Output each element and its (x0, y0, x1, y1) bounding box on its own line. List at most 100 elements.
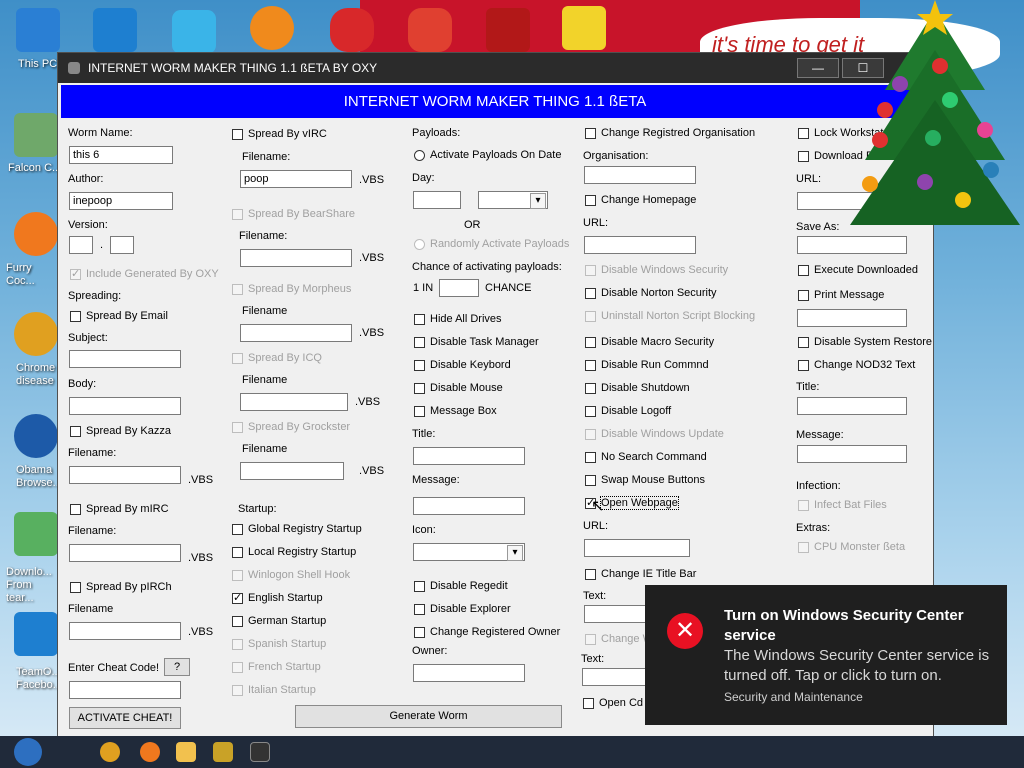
print-message-input[interactable] (797, 309, 907, 327)
grockster-filename-input[interactable] (240, 462, 344, 480)
cheat-code-input[interactable] (69, 681, 181, 699)
message-box-checkbox[interactable] (414, 406, 425, 417)
spread-bearshare-checkbox[interactable] (232, 209, 243, 220)
diamond-icon[interactable] (172, 10, 216, 54)
lock-workstation-checkbox[interactable] (798, 128, 809, 139)
open-cd-checkbox[interactable] (583, 698, 594, 709)
body-input[interactable] (69, 397, 181, 415)
security-toast-notification[interactable]: ✕ Turn on Windows Security Center servic… (645, 585, 1007, 725)
activate-cheat-button[interactable]: ACTIVATE CHEAT! (69, 707, 181, 729)
worm-name-input[interactable]: this 6 (69, 146, 173, 164)
no-search-command-checkbox[interactable] (585, 452, 596, 463)
disable-run-command-checkbox[interactable] (585, 360, 596, 371)
author-input[interactable]: inepoop (69, 192, 173, 210)
virc-filename-input[interactable]: poop (240, 170, 352, 188)
version-minor-input[interactable] (110, 236, 134, 254)
spread-mirc-checkbox[interactable] (70, 504, 81, 515)
spread-grockster-checkbox[interactable] (232, 422, 243, 433)
cpu-monster-checkbox[interactable] (798, 542, 809, 553)
firefox-taskbar-icon[interactable] (140, 742, 160, 762)
organisation-input[interactable] (584, 166, 696, 184)
santa-icon[interactable] (408, 8, 452, 52)
monitor-icon[interactable] (16, 8, 60, 52)
global-registry-startup-checkbox[interactable] (232, 524, 243, 535)
spread-kazza-checkbox[interactable] (70, 426, 81, 437)
disable-windows-update-checkbox[interactable] (585, 429, 596, 440)
obama-logo-icon[interactable] (14, 414, 58, 458)
spread-icq-checkbox[interactable] (232, 353, 243, 364)
teamviewer-icon[interactable] (14, 612, 58, 656)
include-generated-checkbox[interactable] (70, 267, 81, 280)
nod32-title-input[interactable] (797, 397, 907, 415)
homepage-url-input[interactable] (584, 236, 696, 254)
spread-pirch-checkbox[interactable] (70, 582, 81, 593)
hide-all-drives-checkbox[interactable] (414, 314, 425, 325)
chrome-taskbar-icon[interactable] (100, 742, 120, 762)
print-message-checkbox[interactable] (798, 290, 809, 301)
change-ie-title-checkbox[interactable] (585, 569, 596, 580)
webpage-url-input[interactable] (584, 539, 690, 557)
spread-morpheus-checkbox[interactable] (232, 284, 243, 295)
bearshare-filename-input[interactable] (240, 249, 352, 267)
icq-filename-input[interactable] (240, 393, 348, 411)
book-icon[interactable] (14, 512, 58, 556)
change-w-checkbox[interactable] (585, 634, 596, 645)
disable-logoff-checkbox[interactable] (585, 406, 596, 417)
german-startup-checkbox[interactable] (232, 616, 243, 627)
angry-bird-icon[interactable] (330, 8, 374, 52)
change-organisation-checkbox[interactable] (585, 128, 596, 139)
disable-windows-security-checkbox[interactable] (585, 265, 596, 276)
disable-macro-security-checkbox[interactable] (585, 337, 596, 348)
app-taskbar-icon[interactable] (213, 742, 233, 762)
version-major-input[interactable] (69, 236, 93, 254)
disable-shutdown-checkbox[interactable] (585, 383, 596, 394)
gear-app-icon[interactable] (93, 8, 137, 52)
cheat-help-button[interactable]: ? (164, 658, 190, 676)
local-registry-startup-checkbox[interactable] (232, 547, 243, 558)
change-homepage-checkbox[interactable] (585, 195, 596, 206)
disable-task-manager-checkbox[interactable] (414, 337, 425, 348)
disable-keyboard-checkbox[interactable] (414, 360, 425, 371)
owner-input[interactable] (413, 664, 525, 682)
change-registered-owner-checkbox[interactable] (414, 627, 425, 638)
subject-input[interactable] (69, 350, 181, 368)
worm-maker-taskbar-icon[interactable] (250, 742, 270, 762)
gift-icon[interactable] (486, 8, 530, 52)
execute-downloaded-checkbox[interactable] (798, 265, 809, 276)
activate-on-date-radio[interactable] (414, 150, 425, 161)
swap-mouse-buttons-checkbox[interactable] (585, 475, 596, 486)
infect-bat-files-checkbox[interactable] (798, 500, 809, 511)
disable-explorer-checkbox[interactable] (414, 604, 425, 615)
start-button-icon[interactable] (14, 738, 42, 766)
spanish-startup-checkbox[interactable] (232, 639, 243, 650)
mirc-filename-input[interactable] (69, 544, 181, 562)
disable-mouse-checkbox[interactable] (414, 383, 425, 394)
randomly-activate-radio[interactable] (414, 239, 425, 250)
english-startup-checkbox[interactable] (232, 591, 243, 604)
firefox-icon[interactable] (14, 212, 58, 256)
icon-select[interactable] (413, 543, 525, 561)
month-select[interactable] (478, 191, 548, 209)
recycle-icon[interactable] (14, 113, 58, 157)
disable-norton-security-checkbox[interactable] (585, 288, 596, 299)
disable-regedit-checkbox[interactable] (414, 581, 425, 592)
kazza-filename-input[interactable] (69, 466, 181, 484)
day-input[interactable] (413, 191, 461, 209)
spread-email-checkbox[interactable] (70, 311, 81, 322)
generate-worm-button[interactable]: Generate Worm (295, 705, 562, 728)
folder-taskbar-icon[interactable] (176, 742, 196, 762)
nod32-message-input[interactable] (797, 445, 907, 463)
pirch-filename-input[interactable] (69, 622, 181, 640)
download-file-checkbox[interactable] (798, 151, 809, 162)
chance-input[interactable] (439, 279, 479, 297)
uninstall-norton-script-checkbox[interactable] (585, 311, 596, 322)
p-logo-icon[interactable] (250, 6, 294, 50)
minimize-button[interactable]: — (797, 58, 839, 78)
change-nod32-checkbox[interactable] (798, 360, 809, 371)
spread-virc-checkbox[interactable] (232, 129, 243, 140)
msgbox-title-input[interactable] (413, 447, 525, 465)
disable-system-restore-checkbox[interactable] (798, 337, 809, 348)
french-startup-checkbox[interactable] (232, 662, 243, 673)
morpheus-filename-input[interactable] (240, 324, 352, 342)
spongebob-icon[interactable] (562, 6, 606, 50)
